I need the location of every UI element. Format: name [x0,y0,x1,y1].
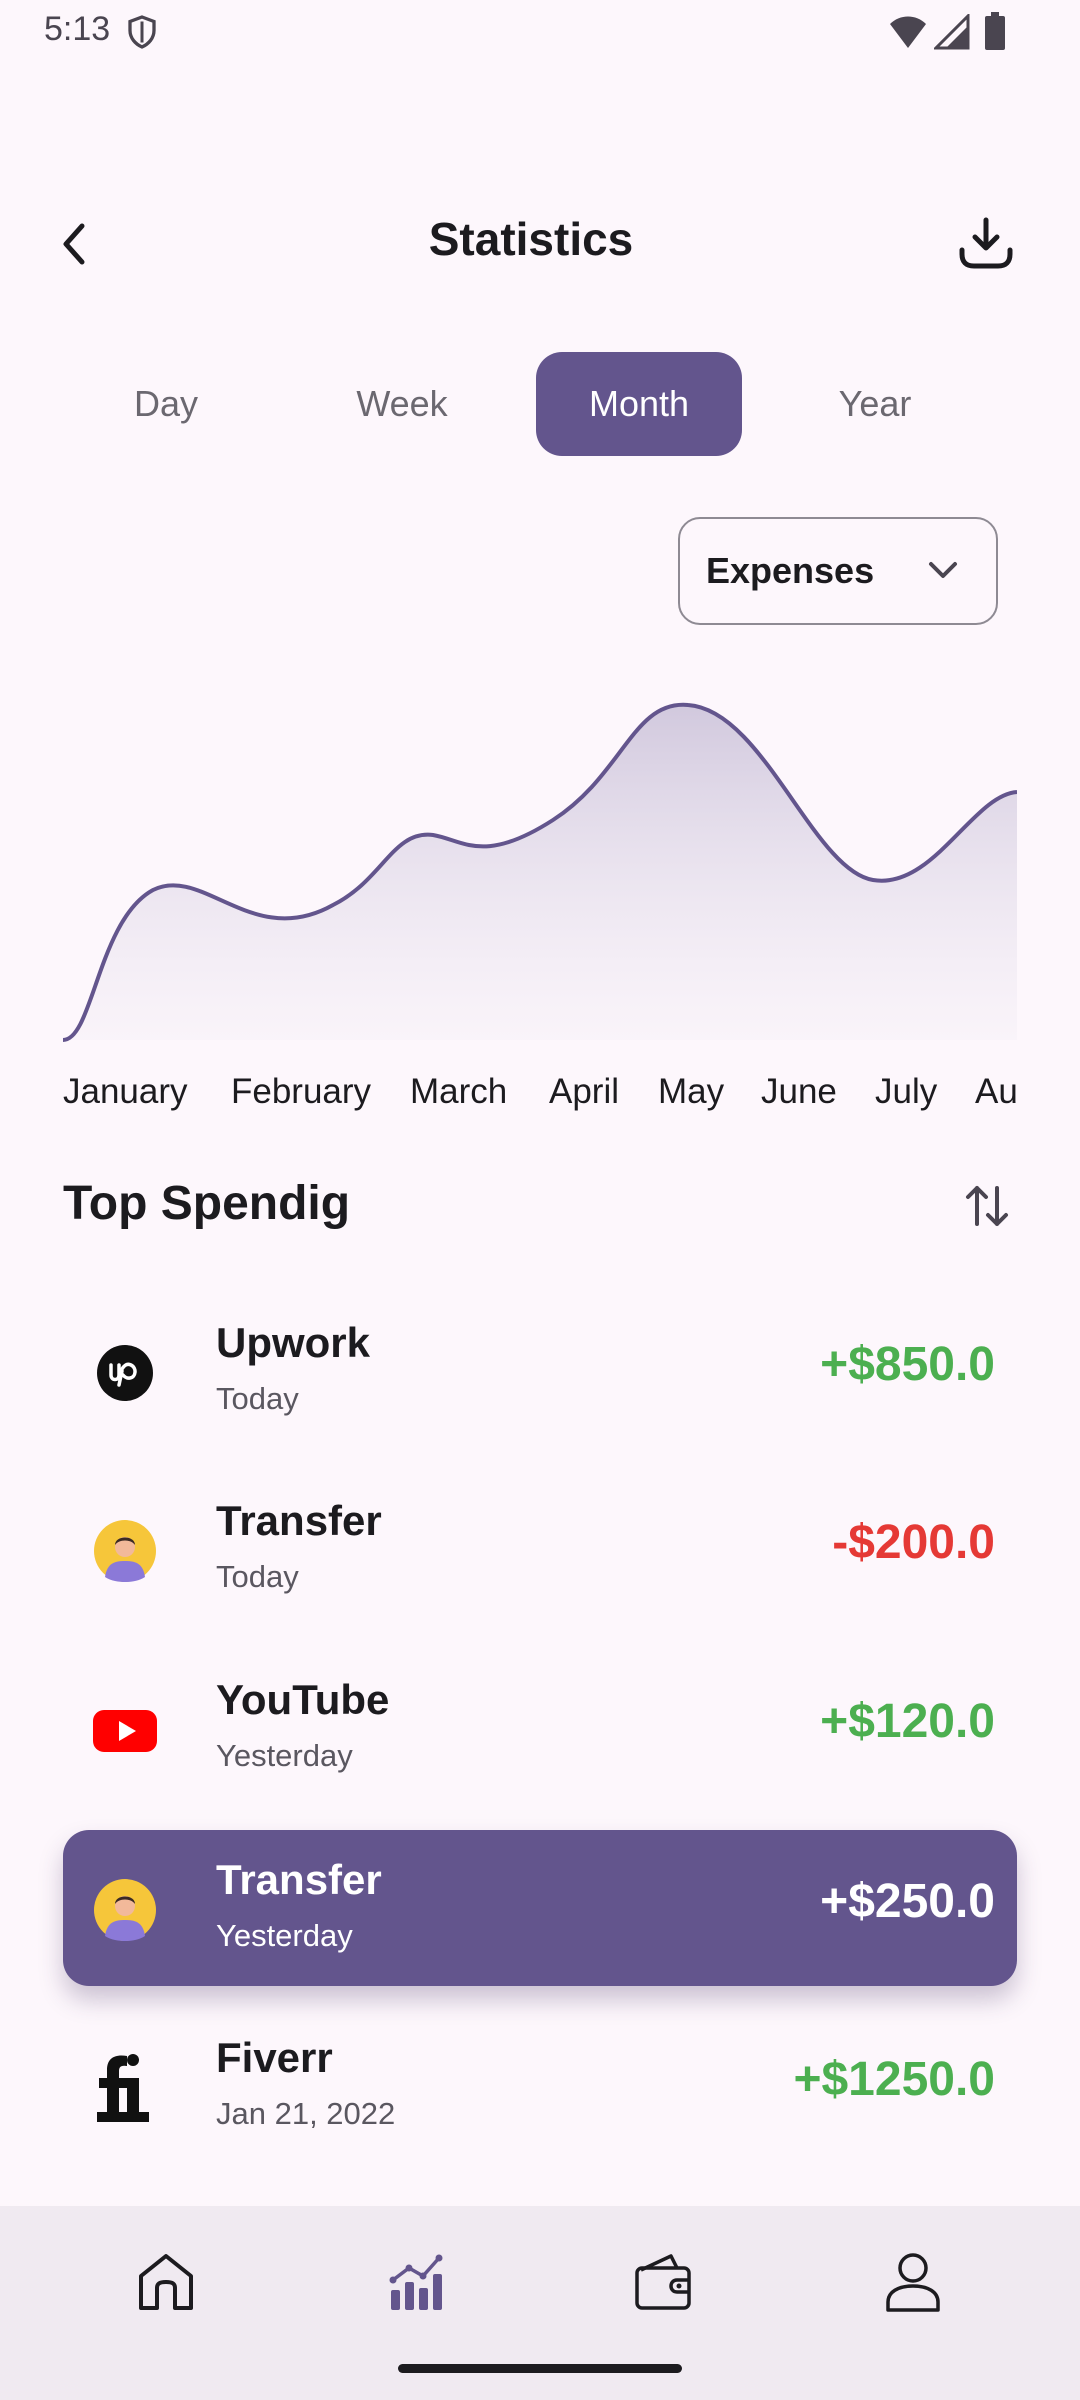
signal-icon [934,14,970,50]
x-tick-label: February [231,1072,372,1111]
x-tick-label: April [549,1072,619,1111]
transaction-date: Yesterday [216,1738,353,1773]
section-title: Top Spendig [63,1177,351,1230]
dropdown-selected-value: Expenses [706,550,875,591]
chart-area [63,704,1017,1040]
home-icon [139,2254,193,2310]
statistics-icon [389,2254,443,2310]
profile-icon [886,2253,940,2312]
x-tick-label: January [63,1072,188,1111]
transaction-date: Today [216,1559,299,1594]
download-icon[interactable] [956,214,1016,274]
fiverr-logo-icon [97,2054,149,2122]
chevron-down-icon [929,562,957,578]
transaction-row[interactable]: Transfer Today -$200.0 [63,1471,1017,1627]
transaction-name: YouTube [216,1676,390,1723]
transaction-date: Jan 21, 2022 [216,2096,396,2131]
status-time: 5:13 [44,10,111,48]
x-tick-label: March [410,1072,507,1111]
transaction-row[interactable]: Upwork Today +$850.0 [63,1293,1017,1449]
transaction-row[interactable]: Fiverr Jan 21, 2022 +$1250.0 [63,2008,1017,2164]
transaction-amount: +$1250.0 [793,2053,995,2106]
shield-icon [128,15,156,49]
tab-week[interactable]: Week [299,352,505,456]
x-tick-label: May [658,1072,725,1111]
spending-chart: January February March April May June July Au [63,702,1017,1111]
transaction-name: Fiverr [216,2034,333,2081]
gesture-bar [398,2364,682,2373]
nav-statistics[interactable] [371,2236,461,2326]
tab-year[interactable]: Year [772,352,978,456]
type-dropdown[interactable]: Expenses [678,517,998,625]
page-title: Statistics [428,213,634,265]
transaction-amount: +$120.0 [820,1695,995,1748]
x-tick-label: June [761,1072,837,1111]
nav-profile[interactable] [868,2236,958,2326]
transaction-name: Transfer [216,1497,382,1544]
transaction-amount: +$850.0 [820,1338,995,1391]
youtube-logo-icon [93,1710,157,1752]
person-avatar-icon [94,1879,156,1941]
transaction-amount: +$250.0 [820,1875,995,1928]
nav-wallet[interactable] [619,2236,709,2326]
transaction-row[interactable]: YouTube Yesterday +$120.0 [63,1650,1017,1806]
transaction-row-selected[interactable]: Transfer Yesterday +$250.0 [63,1830,1017,1986]
person-avatar-icon [94,1520,156,1582]
battery-icon [985,12,1005,50]
sort-icon[interactable] [962,1180,1012,1232]
wallet-icon [635,2254,691,2310]
x-tick-label: Au [975,1072,1017,1111]
upwork-logo-icon [97,1345,153,1401]
x-tick-label: July [875,1072,938,1111]
transaction-date: Today [216,1381,299,1416]
wifi-icon [890,16,926,48]
nav-home[interactable] [121,2236,211,2326]
transaction-date: Yesterday [216,1918,353,1953]
transaction-name: Transfer [216,1856,382,1903]
transaction-amount: -$200.0 [832,1516,995,1569]
tab-month[interactable]: Month [536,352,742,456]
transaction-name: Upwork [216,1319,371,1366]
tab-day[interactable]: Day [63,352,269,456]
